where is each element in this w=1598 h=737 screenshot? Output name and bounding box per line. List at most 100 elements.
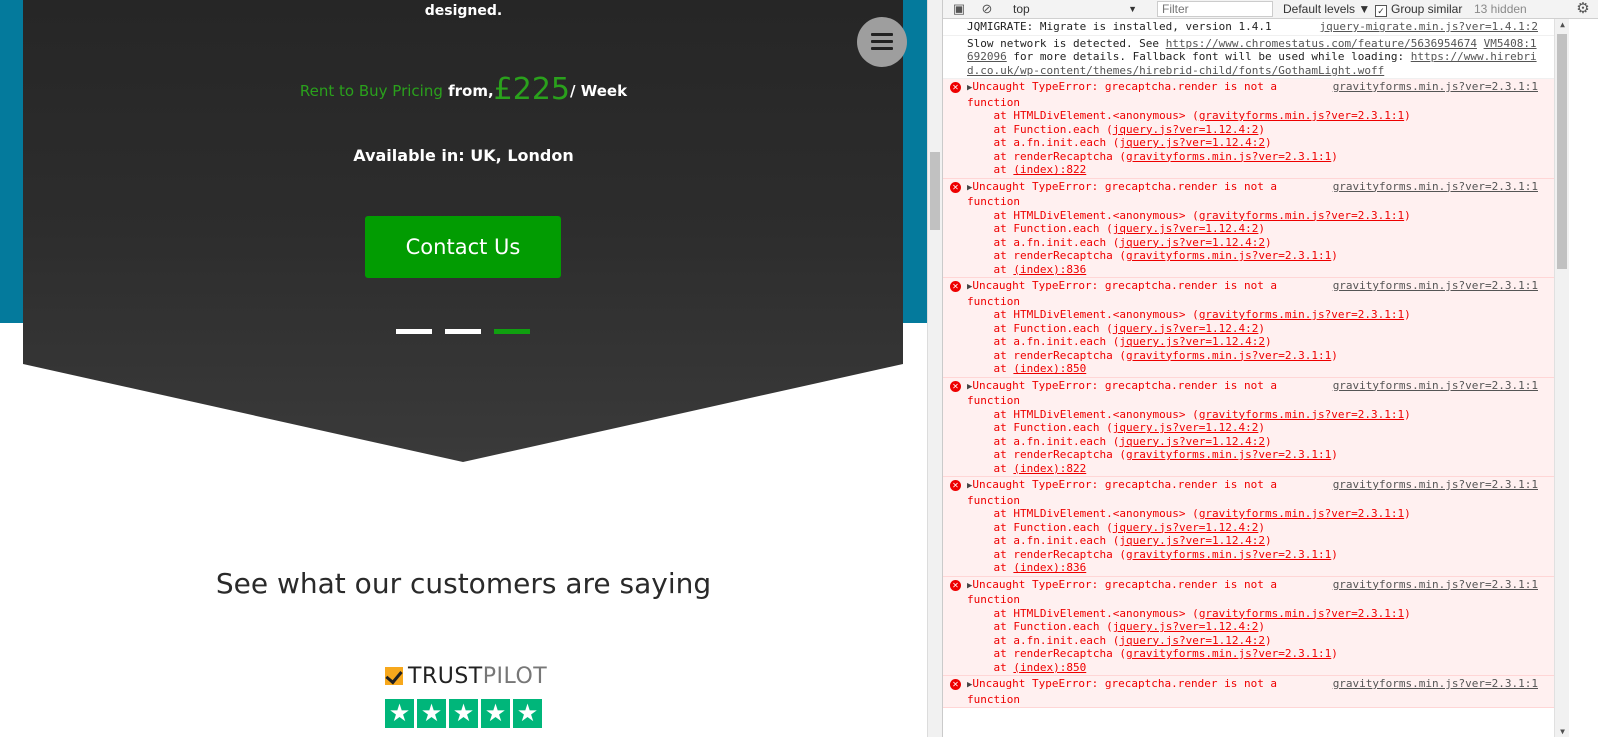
slider-dot-2[interactable]	[445, 329, 481, 334]
message-link[interactable]: VM5408:1	[1484, 37, 1537, 50]
stack-frame-link[interactable]: gravityforms.min.js?ver=2.3.1:1	[1199, 408, 1404, 421]
context-select[interactable]: top ▼	[1013, 0, 1143, 18]
sidebar-toggle-icon[interactable]: ▣	[951, 0, 967, 18]
scroll-down-icon[interactable]: ▼	[1555, 727, 1570, 736]
stack-frame-link[interactable]: jquery.js?ver=1.12.4:2	[1113, 620, 1259, 633]
stack-frame: at a.fn.init.each (jquery.js?ver=1.12.4:…	[993, 434, 1272, 448]
trustpilot-check-icon	[385, 667, 403, 685]
stack-frame-link[interactable]: gravityforms.min.js?ver=2.3.1:1	[1199, 308, 1404, 321]
stack-frame-link[interactable]: jquery.js?ver=1.12.4:2	[1113, 222, 1259, 235]
console-message[interactable]: ✕ ▶Uncaught TypeError: grecaptcha.render …	[943, 576, 1554, 676]
stack-frame: at Function.each (jquery.js?ver=1.12.4:2…	[993, 520, 1266, 534]
stack-frame: at renderRecaptcha (gravityforms.min.js?…	[993, 547, 1338, 561]
message-source-link[interactable]: gravityforms.min.js?ver=2.3.1:1	[1333, 379, 1538, 393]
stack-frame: at (index):822	[993, 461, 1087, 475]
message-text: for more details. Fallback font will be …	[1006, 50, 1411, 63]
page-scroll-thumb[interactable]	[930, 152, 940, 230]
stack-frame-link[interactable]: jquery.js?ver=1.12.4:2	[1113, 421, 1259, 434]
stack-frame-link[interactable]: jquery.js?ver=1.12.4:2	[1119, 335, 1265, 348]
stack-frame: at a.fn.init.each (jquery.js?ver=1.12.4:…	[993, 235, 1272, 249]
stack-frame-link[interactable]: (index):850	[1013, 362, 1086, 375]
stack-frame: at (index):836	[993, 262, 1087, 276]
clear-console-icon[interactable]: ⊘	[979, 0, 995, 18]
stack-frame-link[interactable]: jquery.js?ver=1.12.4:2	[1113, 123, 1259, 136]
stack-frame-link[interactable]: gravityforms.min.js?ver=2.3.1:1	[1126, 647, 1331, 660]
stack-frame: at a.fn.init.each (jquery.js?ver=1.12.4:…	[993, 534, 1272, 547]
console-message[interactable]: ✕ ▶Uncaught TypeError: grecaptcha.render …	[943, 178, 1554, 278]
log-levels-dropdown[interactable]: Default levels ▼	[1283, 0, 1370, 18]
slider-dot-1[interactable]	[396, 329, 432, 334]
trustpilot-widget[interactable]: TRUSTPILOT ★ ★ ★ ★ ★	[384, 662, 584, 737]
message-source-link[interactable]: jquery-migrate.min.js?ver=1.4.1:2	[1319, 20, 1538, 34]
stack-frame: at renderRecaptcha (gravityforms.min.js?…	[993, 149, 1338, 163]
message-source-link[interactable]: gravityforms.min.js?ver=2.3.1:1	[1333, 180, 1538, 194]
console-messages: JQMIGRATE: Migrate is installed, version…	[943, 19, 1554, 737]
stack-frame-link[interactable]: gravityforms.min.js?ver=2.3.1:1	[1199, 209, 1404, 222]
error-message-cont: function	[967, 394, 1020, 407]
pricing-from: from,	[448, 82, 494, 100]
stack-frame-link[interactable]: gravityforms.min.js?ver=2.3.1:1	[1126, 448, 1331, 461]
console-toolbar: ▣ ⊘ top ▼ Default levels ▼ ✓ Group simila…	[943, 0, 1598, 19]
stack-frame: at (index):822	[993, 163, 1087, 176]
console-message[interactable]: ✕ ▶Uncaught TypeError: grecaptcha.render …	[943, 377, 1554, 477]
stack-frame-link[interactable]: (index):822	[1013, 462, 1086, 475]
group-similar-toggle[interactable]: ✓ Group similar	[1375, 0, 1462, 18]
console-message[interactable]: JQMIGRATE: Migrate is installed, version…	[943, 19, 1554, 36]
stack-frame: at HTMLDivElement.<anonymous> (gravityfo…	[993, 109, 1411, 122]
console-filter-input[interactable]	[1157, 1, 1273, 17]
contact-us-button[interactable]: Contact Us	[365, 216, 561, 278]
console-message[interactable]: ✕ ▶Uncaught TypeError: grecaptcha.render …	[943, 79, 1554, 179]
message-source-link[interactable]: gravityforms.min.js?ver=2.3.1:1	[1333, 578, 1538, 592]
stack-frame-link[interactable]: gravityforms.min.js?ver=2.3.1:1	[1199, 607, 1404, 620]
stack-frame-link[interactable]: jquery.js?ver=1.12.4:2	[1113, 521, 1259, 534]
stack-frame-link[interactable]: (index):850	[1013, 661, 1086, 674]
pricing-period: / Week	[570, 82, 628, 100]
stack-frame-link[interactable]: jquery.js?ver=1.12.4:2	[1119, 534, 1265, 547]
stack-frame: at Function.each (jquery.js?ver=1.12.4:2…	[993, 222, 1266, 235]
message-source-link[interactable]: gravityforms.min.js?ver=2.3.1:1	[1333, 478, 1538, 492]
customers-heading: See what our customers are saying	[215, 567, 712, 600]
message-link[interactable]: 692096	[967, 50, 1007, 63]
message-source-link[interactable]: gravityforms.min.js?ver=2.3.1:1	[1333, 80, 1538, 94]
stack-frame-link[interactable]: gravityforms.min.js?ver=2.3.1:1	[1126, 249, 1331, 262]
stack-frame-link[interactable]: gravityforms.min.js?ver=2.3.1:1	[1199, 507, 1404, 520]
stack-frame-link[interactable]: (index):822	[1013, 163, 1086, 176]
console-scroll-thumb[interactable]	[1557, 34, 1567, 269]
message-link[interactable]: d.co.uk/wp-content/themes/hirebrid-child…	[967, 64, 1384, 77]
error-icon: ✕	[950, 480, 961, 491]
console-message[interactable]: Slow network is detected. See https://ww…	[943, 36, 1554, 79]
error-message-cont: function	[967, 692, 1020, 706]
stack-frame: at HTMLDivElement.<anonymous> (gravityfo…	[993, 407, 1411, 421]
stack-frame-link[interactable]: jquery.js?ver=1.12.4:2	[1119, 136, 1265, 149]
message-source-link[interactable]: gravityforms.min.js?ver=2.3.1:1	[1333, 279, 1538, 293]
stack-frame-link[interactable]: (index):836	[1013, 263, 1086, 276]
console-message[interactable]: ✕ ▶Uncaught TypeError: grecaptcha.render …	[943, 477, 1554, 577]
message-link[interactable]: https://www.hirebri	[1411, 50, 1537, 63]
gear-icon[interactable]: ⚙	[1575, 0, 1591, 18]
stack-frame-link[interactable]: gravityforms.min.js?ver=2.3.1:1	[1126, 150, 1331, 163]
slider-dot-3[interactable]	[494, 329, 530, 334]
error-icon: ✕	[950, 679, 961, 690]
message-source-link[interactable]: gravityforms.min.js?ver=2.3.1:1	[1333, 677, 1538, 691]
star-icon: ★	[513, 699, 542, 728]
stack-frame: at renderRecaptcha (gravityforms.min.js?…	[993, 448, 1338, 461]
page-scrollbar[interactable]	[927, 0, 943, 737]
stack-frame-link[interactable]: jquery.js?ver=1.12.4:2	[1119, 435, 1265, 448]
hamburger-menu-button[interactable]	[857, 17, 907, 67]
scroll-up-icon[interactable]: ▲	[1555, 20, 1570, 29]
group-similar-checkbox[interactable]: ✓	[1375, 5, 1387, 17]
console-message[interactable]: ✕ ▶Uncaught TypeError: grecaptcha.render …	[943, 676, 1554, 708]
stack-frame-link[interactable]: gravityforms.min.js?ver=2.3.1:1	[1126, 548, 1331, 561]
stack-frame-link[interactable]: gravityforms.min.js?ver=2.3.1:1	[1199, 109, 1404, 122]
menu-bar-icon	[871, 40, 893, 43]
context-value: top	[1013, 2, 1030, 16]
message-link[interactable]: https://www.chromestatus.com/feature/563…	[1166, 37, 1477, 50]
stack-frame-link[interactable]: gravityforms.min.js?ver=2.3.1:1	[1126, 349, 1331, 362]
stack-frame-link[interactable]: (index):836	[1013, 561, 1086, 574]
stack-frame-link[interactable]: jquery.js?ver=1.12.4:2	[1119, 236, 1265, 249]
console-scrollbar[interactable]: ▲ ▼	[1554, 19, 1569, 737]
stack-frame-link[interactable]: jquery.js?ver=1.12.4:2	[1113, 322, 1259, 335]
stack-frame: at HTMLDivElement.<anonymous> (gravityfo…	[993, 606, 1411, 620]
stack-frame-link[interactable]: jquery.js?ver=1.12.4:2	[1119, 634, 1265, 647]
console-message[interactable]: ✕ ▶Uncaught TypeError: grecaptcha.render …	[943, 278, 1554, 378]
